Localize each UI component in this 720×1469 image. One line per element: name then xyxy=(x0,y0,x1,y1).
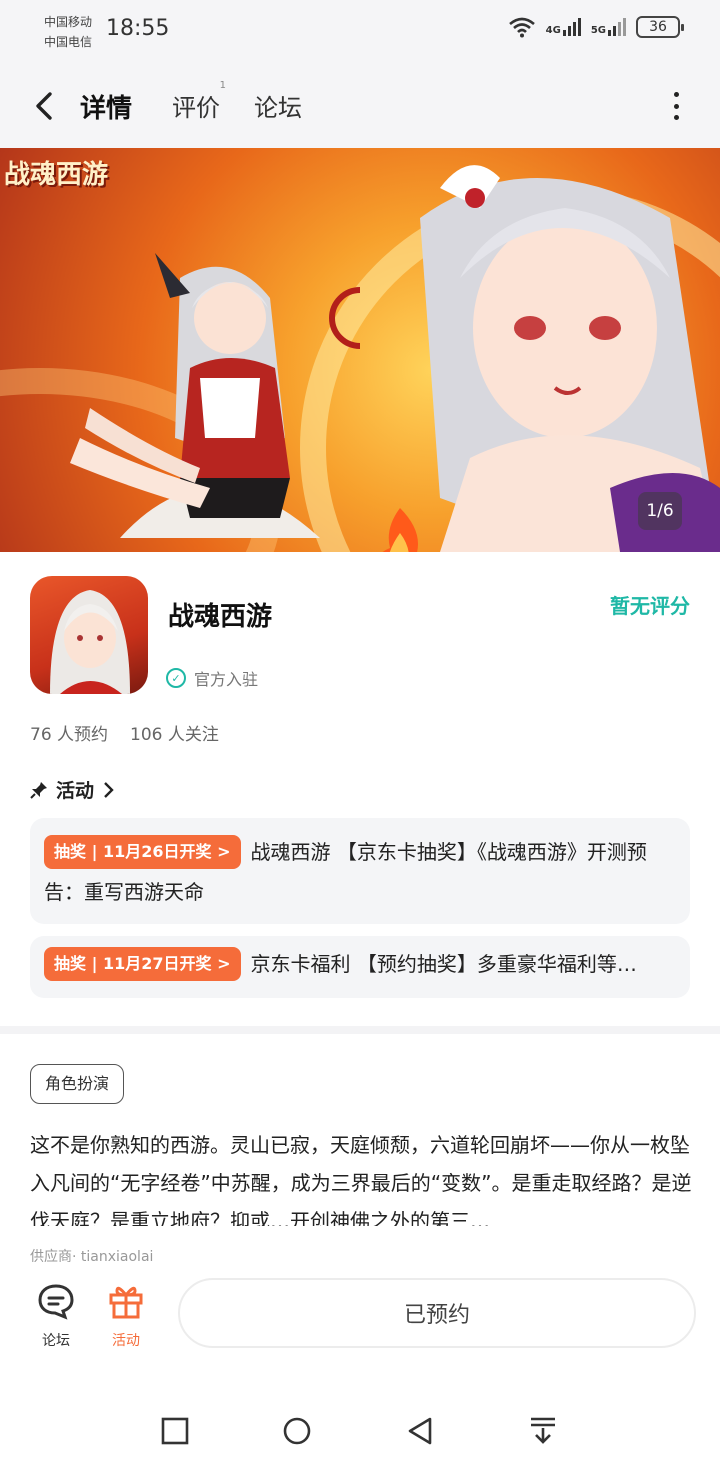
review-count-badge: 1 xyxy=(219,80,226,91)
activity-button[interactable]: 活动 xyxy=(96,1282,156,1350)
more-options-icon[interactable] xyxy=(672,92,680,120)
activity-content: 抽奖 | 11月27日开奖 > 京东卡福利 【预约抽奖】多重豪华福利等… xyxy=(44,944,676,984)
back-arrow-icon[interactable] xyxy=(30,86,60,126)
activity-card[interactable]: 抽奖 | 11月26日开奖 > 战魂西游 【京东卡抽奖】《战魂西游》开测预告：重写… xyxy=(30,818,690,924)
gift-icon xyxy=(109,1286,143,1319)
signal-bars-icon xyxy=(562,18,581,36)
tab-details[interactable]: 详情 xyxy=(74,88,135,129)
chat-bubble-icon xyxy=(38,1284,74,1320)
app-icon-artwork xyxy=(50,590,130,694)
bottom-action-bar: 论坛 活动 已预约 xyxy=(0,1262,720,1362)
app-title: 战魂西游 xyxy=(168,602,273,632)
official-label: 官方入驻 xyxy=(194,670,259,689)
lottery-tag: 抽奖 | 11月27日开奖 > xyxy=(44,947,241,981)
signal-5g: 5G xyxy=(591,18,626,36)
lottery-tag: 抽奖 | 11月26日开奖 > xyxy=(44,835,241,869)
tab-reviews[interactable]: 评价 1 xyxy=(172,80,226,123)
app-stats: 76 人预约 106 人关注 xyxy=(30,720,219,745)
flame-decoration xyxy=(382,508,418,552)
carrier-2: 中国电信 xyxy=(44,35,93,49)
system-navigation-bar xyxy=(0,1390,720,1469)
network-label-2: 5G xyxy=(590,25,606,36)
game-description[interactable]: 这不是你熟知的西游。灵山已寂，天庭倾颓，六道轮回崩坏——你从一枚坠入凡间的“无字… xyxy=(30,1126,694,1226)
circle-icon[interactable] xyxy=(282,1416,312,1446)
square-icon[interactable] xyxy=(160,1416,190,1446)
activity-content: 抽奖 | 11月26日开奖 > 战魂西游 【京东卡抽奖】《战魂西游》开测预告：重写… xyxy=(44,832,676,912)
forum-label: 论坛 xyxy=(42,1333,70,1349)
app-icon xyxy=(30,576,148,694)
forum-button[interactable]: 论坛 xyxy=(26,1282,86,1350)
network-label-1: 4G xyxy=(545,25,561,36)
top-nav: 详情 评价 1 论坛 xyxy=(0,64,720,148)
tab-reviews-label: 评价 xyxy=(172,94,220,122)
signal-bars-icon xyxy=(608,18,626,36)
reservation-count: 76 人预约 xyxy=(30,725,109,745)
pin-icon xyxy=(30,781,47,799)
chevron-right-icon xyxy=(104,781,114,798)
screenshot-carousel[interactable]: 战魂西游 1/6 xyxy=(0,148,720,552)
clock: 18:55 xyxy=(106,16,170,41)
tab-forum[interactable]: 论坛 xyxy=(254,88,302,123)
reserved-button[interactable]: 已预约 xyxy=(178,1278,696,1348)
status-icons: 4G 5G 36 xyxy=(508,16,684,38)
carousel-page-indicator: 1/6 xyxy=(638,492,682,530)
genre-tag[interactable]: 角色扮演 xyxy=(30,1064,125,1104)
game-logo: 战魂西游 xyxy=(4,160,109,190)
rating-label: 暂无评分 xyxy=(610,594,690,618)
section-divider xyxy=(0,1026,720,1034)
tab-details-label: 详情 xyxy=(80,94,133,124)
signal-4g: 4G xyxy=(546,18,581,36)
carrier-info: 中国移动 中国电信 xyxy=(44,12,92,52)
follower-count: 106 人关注 xyxy=(130,725,219,745)
verified-check-icon: ✓ xyxy=(166,668,186,688)
activity-label: 活动 xyxy=(112,1333,140,1349)
tab-forum-label: 论坛 xyxy=(254,94,302,122)
wifi-icon xyxy=(508,17,535,38)
carrier-1: 中国移动 xyxy=(44,15,93,29)
official-badge: ✓ 官方入驻 xyxy=(166,666,258,690)
activity-card[interactable]: 抽奖 | 11月27日开奖 > 京东卡福利 【预约抽奖】多重豪华福利等… xyxy=(30,936,690,998)
download-icon[interactable] xyxy=(528,1416,558,1446)
activities-header-label: 活动 xyxy=(56,780,95,802)
activity-text: 京东卡福利 【预约抽奖】多重豪华福利等… xyxy=(250,952,637,976)
status-bar: 中国移动 中国电信 18:55 4G 5G 36 xyxy=(0,0,720,64)
back-triangle-icon[interactable] xyxy=(406,1416,436,1446)
character-illustration-left xyxy=(70,253,360,538)
battery-icon: 36 xyxy=(636,16,684,38)
activities-header[interactable]: 活动 xyxy=(30,776,114,803)
